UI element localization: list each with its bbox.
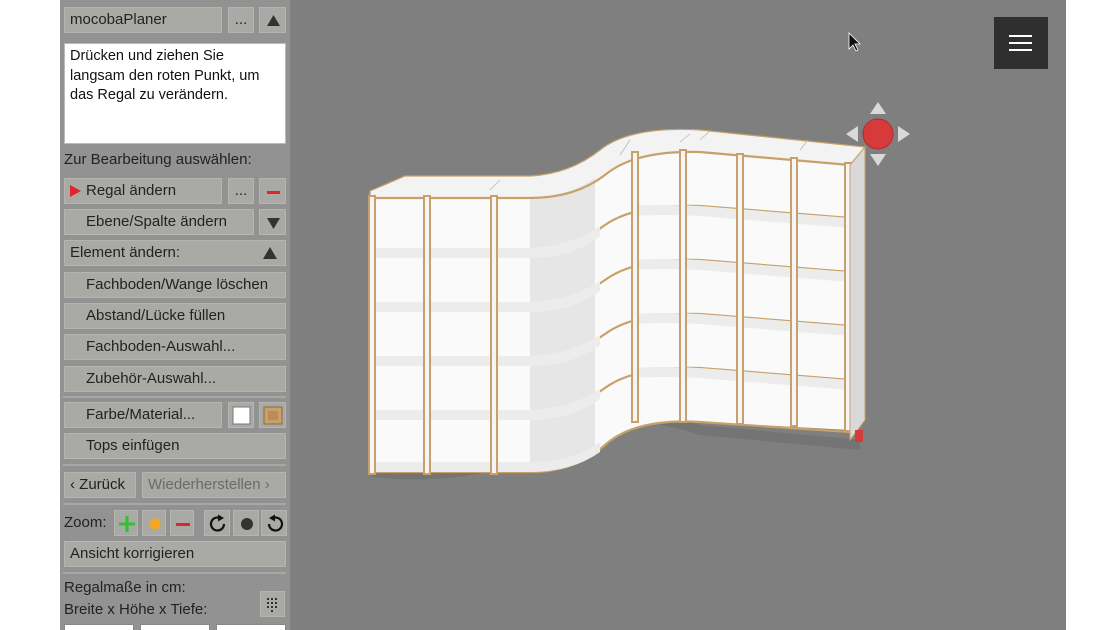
rotate-clockwise-icon xyxy=(209,514,226,532)
regal-aendern-button[interactable]: Regal ändern xyxy=(64,178,222,204)
keypad-icon xyxy=(267,598,277,612)
arrow-up-icon xyxy=(870,102,886,114)
dot-icon xyxy=(241,518,253,530)
menu-bar xyxy=(1009,35,1032,37)
keypad-button[interactable] xyxy=(260,591,285,617)
triangle-down-icon xyxy=(267,218,280,229)
instruction-box: Drücken und ziehen Sie langsam den roten… xyxy=(64,43,286,144)
curved-side-panel xyxy=(530,178,595,472)
zoom-label: Zoom: xyxy=(64,514,107,531)
rotate-left-button[interactable] xyxy=(261,510,287,536)
menu-bar xyxy=(1009,42,1032,44)
sidebar: mocobaPlaner ... Drücken und ziehen Sie … xyxy=(60,0,290,630)
element-heading: Element ändern: xyxy=(70,244,181,261)
rotate-reset-button[interactable] xyxy=(233,510,259,536)
wood-swatch-icon xyxy=(263,406,283,425)
depth-input[interactable] xyxy=(216,624,286,630)
material-wood-swatch[interactable] xyxy=(259,402,286,428)
rotate-right-button[interactable] xyxy=(204,510,230,536)
element-aendern-header[interactable]: Element ändern: xyxy=(64,240,286,266)
tops-label: Tops einfügen xyxy=(86,437,180,454)
farbe-material-button[interactable]: Farbe/Material... xyxy=(64,402,222,428)
ebene-expand-button[interactable] xyxy=(259,209,286,235)
wiederherstellen-button[interactable]: Wiederherstellen › xyxy=(142,472,286,498)
zurueck-label: ‹ Zurück xyxy=(70,476,126,493)
app-title: mocobaPlaner xyxy=(70,11,167,28)
ebene-spalte-label: Ebene/Spalte ändern xyxy=(86,213,227,230)
dimensions-label: Breite x Höhe x Tiefe: xyxy=(64,601,208,618)
red-drag-dot[interactable] xyxy=(862,118,894,150)
ansicht-label: Ansicht korrigieren xyxy=(70,545,195,562)
shelf-model[interactable] xyxy=(368,128,867,480)
zubehoer-auswahl-button[interactable]: Zubehör-Auswahl... xyxy=(64,366,286,392)
element-item-label: Fachboden/Wange löschen xyxy=(86,276,269,293)
title-more-button[interactable]: ... xyxy=(228,7,254,33)
planner-app: mocobaPlaner ... Drücken und ziehen Sie … xyxy=(60,0,1066,630)
shelf-3d-viewport[interactable] xyxy=(290,0,1066,630)
zoom-reset-button[interactable] xyxy=(142,510,166,536)
height-input[interactable] xyxy=(140,624,210,630)
end-marker xyxy=(855,430,863,442)
divider xyxy=(63,396,286,398)
app-title-button[interactable]: mocobaPlaner xyxy=(64,7,222,33)
fachboden-wange-loeschen-button[interactable]: Fachboden/Wange löschen xyxy=(64,272,286,298)
menu-bar xyxy=(1009,49,1032,51)
more-label: ... xyxy=(234,182,248,199)
abstand-luecke-fuellen-button[interactable]: Abstand/Lücke füllen xyxy=(64,303,286,329)
farbe-material-label: Farbe/Material... xyxy=(86,406,196,423)
arrow-down-icon xyxy=(870,154,886,166)
instruction-text: Drücken und ziehen Sie langsam den roten… xyxy=(70,48,260,103)
color-white-swatch[interactable] xyxy=(228,402,254,428)
regal-more-button[interactable]: ... xyxy=(228,178,254,204)
wiederherstellen-label: Wiederherstellen › xyxy=(148,476,270,493)
triangle-up-icon xyxy=(263,247,277,259)
width-input[interactable] xyxy=(64,624,134,630)
divider xyxy=(63,503,286,505)
element-item-label: Zubehör-Auswahl... xyxy=(86,370,217,387)
tops-einfuegen-button[interactable]: Tops einfügen xyxy=(64,433,286,459)
zoom-out-button[interactable] xyxy=(170,510,194,536)
dot-icon xyxy=(149,518,161,530)
arrow-left-icon xyxy=(846,126,858,142)
triangle-right-icon xyxy=(70,185,81,197)
hamburger-menu-button[interactable] xyxy=(994,17,1048,69)
shelf-end-panel xyxy=(849,145,866,442)
minus-icon xyxy=(176,523,190,526)
regal-aendern-label: Regal ändern xyxy=(86,182,177,199)
ebene-spalte-button[interactable]: Ebene/Spalte ändern xyxy=(64,209,254,235)
arrow-right-icon xyxy=(898,126,910,142)
ansicht-korrigieren-button[interactable]: Ansicht korrigieren xyxy=(64,541,286,567)
select-heading: Zur Bearbeitung auswählen: xyxy=(64,151,252,168)
collapse-button[interactable] xyxy=(259,7,286,33)
rotate-counterclockwise-icon xyxy=(267,514,284,532)
fachboden-auswahl-button[interactable]: Fachboden-Auswahl... xyxy=(64,334,286,360)
remove-regal-button[interactable] xyxy=(259,178,286,204)
regalmasse-label: Regalmaße in cm: xyxy=(64,579,186,596)
zurueck-button[interactable]: ‹ Zurück xyxy=(64,472,136,498)
element-item-label: Abstand/Lücke füllen xyxy=(86,307,226,324)
mouse-pointer-icon xyxy=(848,32,861,52)
plus-icon xyxy=(119,516,135,532)
triangle-up-icon xyxy=(267,15,280,26)
white-swatch-icon xyxy=(232,406,251,425)
zoom-in-button[interactable] xyxy=(114,510,138,536)
divider xyxy=(63,464,286,466)
divider xyxy=(63,572,286,574)
minus-icon xyxy=(267,191,280,194)
element-item-label: Fachboden-Auswahl... xyxy=(86,338,236,355)
more-label: ... xyxy=(234,11,248,28)
